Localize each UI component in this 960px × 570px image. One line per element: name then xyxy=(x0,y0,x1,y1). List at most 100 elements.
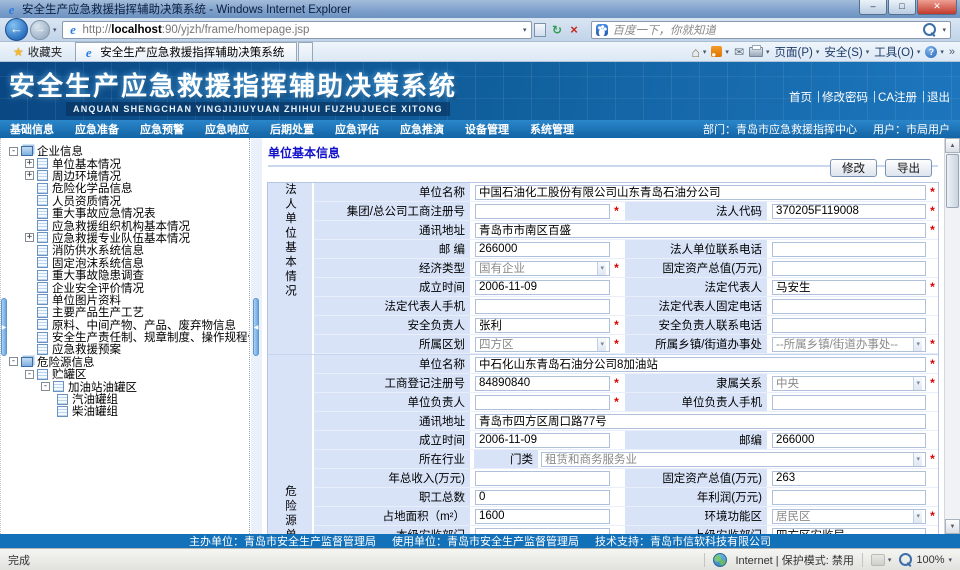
command-item-0[interactable]: 页面(P)▾ xyxy=(775,44,820,60)
close-button[interactable]: ✕ xyxy=(917,0,957,15)
field-label: 邮 编 xyxy=(314,240,472,258)
menu-item[interactable]: 应急预警 xyxy=(140,121,184,137)
tree-item[interactable]: 安全生产责任制、规章制度、操作规程信息 xyxy=(1,331,249,343)
compatibility-view-button[interactable] xyxy=(532,21,549,39)
new-tab-button[interactable] xyxy=(298,42,313,61)
menu-item[interactable]: 系统管理 xyxy=(530,121,574,137)
zoom-dropdown-icon[interactable]: ▾ xyxy=(948,556,952,564)
command-item-1[interactable]: 安全(S)▾ xyxy=(824,44,869,60)
feeds-button[interactable]: ▾ xyxy=(711,46,729,57)
form-input[interactable]: 青岛市四方区周口路77号 xyxy=(475,414,926,429)
form-select[interactable]: --所属乡镇/街道办事处--▾ xyxy=(772,337,926,352)
search-dropdown-icon[interactable]: ▾ xyxy=(942,26,946,34)
tree-item[interactable]: 企业安全评价情况 xyxy=(1,281,249,293)
form-select[interactable]: 中央▾ xyxy=(772,376,926,391)
scroll-down-icon[interactable]: ▼ xyxy=(945,519,960,534)
favorites-button[interactable]: ★ 收藏夹 xyxy=(4,44,71,60)
form-input[interactable] xyxy=(475,471,610,486)
tree-item[interactable]: -加油站油罐区 xyxy=(1,380,249,392)
tree-expander-icon[interactable]: + xyxy=(25,159,34,168)
command-item-2[interactable]: 工具(O)▾ xyxy=(874,44,920,60)
stop-button[interactable]: × xyxy=(566,21,583,39)
search-box[interactable]: 百度一下，你就知道 ▾ xyxy=(591,21,951,39)
smartscreen-button[interactable]: ▾ xyxy=(871,554,892,566)
menu-item[interactable]: 应急准备 xyxy=(75,121,119,137)
form-input[interactable] xyxy=(772,490,926,505)
header-link-0[interactable]: 首页 xyxy=(789,89,812,105)
browser-tab[interactable]: e 安全生产应急救援指挥辅助决策系统 xyxy=(75,42,297,61)
tree-expander-icon[interactable]: + xyxy=(25,171,34,180)
form-input[interactable]: 266000 xyxy=(475,242,610,257)
tree-expander-icon[interactable]: - xyxy=(41,382,50,391)
scroll-up-icon[interactable]: ▲ xyxy=(945,138,960,153)
form-input[interactable]: 1600 xyxy=(475,509,610,524)
menu-item[interactable]: 设备管理 xyxy=(465,121,509,137)
scrollbar-thumb[interactable] xyxy=(946,154,959,208)
home-button[interactable]: ⌂▾ xyxy=(691,46,706,58)
form-input[interactable] xyxy=(475,299,610,314)
print-button[interactable]: ▾ xyxy=(749,47,770,57)
form-input[interactable]: 84890840 xyxy=(475,376,610,391)
back-button[interactable]: ← xyxy=(5,18,28,41)
search-placeholder: 百度一下，你就知道 xyxy=(613,22,717,38)
address-dropdown-icon[interactable]: ▾ xyxy=(523,26,527,34)
tree-expander-icon[interactable]: + xyxy=(25,233,34,242)
form-select[interactable]: 四方区▾ xyxy=(475,337,610,352)
collapse-left-handle[interactable]: ▶ xyxy=(1,298,7,356)
menu-item[interactable]: 应急推演 xyxy=(400,121,444,137)
form-input[interactable]: 2006-11-09 xyxy=(475,433,610,448)
form-input[interactable]: 张利 xyxy=(475,318,610,333)
form-input[interactable] xyxy=(772,318,926,333)
form-input[interactable]: 370205F119008 xyxy=(772,204,926,219)
tree-expander-icon[interactable]: - xyxy=(9,147,18,156)
form-input[interactable] xyxy=(772,299,926,314)
modify-button[interactable]: 修改 xyxy=(830,159,877,177)
form-input[interactable]: 266000 xyxy=(772,433,926,448)
form-input[interactable] xyxy=(475,395,610,410)
header-link-2[interactable]: CA注册 xyxy=(878,89,917,105)
form-input[interactable]: 263 xyxy=(772,471,926,486)
zoom-control[interactable]: 100% ▾ xyxy=(899,553,952,566)
form-input[interactable]: 马安生 xyxy=(772,280,926,295)
form-input[interactable]: 中石化山东青岛石油分公司8加油站 xyxy=(475,357,926,372)
content-scrollbar[interactable]: ▲ ▼ xyxy=(944,138,960,534)
form-input[interactable] xyxy=(772,261,926,276)
form-input[interactable]: 青岛市市南区百盛 xyxy=(475,223,926,238)
form-select[interactable]: 居民区▾ xyxy=(772,509,926,524)
tree-item[interactable]: 柴油罐组 xyxy=(1,405,249,417)
form-select[interactable]: 国有企业▾ xyxy=(475,261,610,276)
tree-expander-icon[interactable]: - xyxy=(9,357,18,366)
tree-item[interactable]: 汽油罐组 xyxy=(1,393,249,405)
mail-icon[interactable]: ✉ xyxy=(734,45,744,59)
form-input[interactable] xyxy=(475,204,610,219)
minimize-button[interactable]: – xyxy=(859,0,887,15)
overflow-chevron-icon[interactable]: » xyxy=(949,46,955,58)
form-input[interactable]: 中国石油化工股份有限公司山东青岛石油分公司 xyxy=(475,185,926,200)
form-input[interactable] xyxy=(772,395,926,410)
address-bar[interactable]: e http://localhost:90/yjzh/frame/homepag… xyxy=(62,21,532,39)
tree-expander-icon[interactable]: - xyxy=(25,370,34,379)
help-button[interactable]: ?▾ xyxy=(925,46,944,58)
form-input[interactable]: 0 xyxy=(475,490,610,505)
form-input[interactable]: 2006-11-09 xyxy=(475,280,610,295)
menu-item[interactable]: 应急响应 xyxy=(205,121,249,137)
maximize-button[interactable]: □ xyxy=(888,0,916,15)
tree-item[interactable]: -危险源信息 xyxy=(1,356,249,368)
form-select[interactable]: 租赁和商务服务业▾ xyxy=(541,452,926,467)
menu-item[interactable]: 应急评估 xyxy=(335,121,379,137)
refresh-button[interactable]: ↻ xyxy=(549,21,566,39)
tree-item[interactable]: 危险化学品信息 xyxy=(1,182,249,194)
forward-button[interactable]: → xyxy=(30,20,50,40)
header-link-1[interactable]: 修改密码 xyxy=(822,89,868,105)
export-button[interactable]: 导出 xyxy=(885,159,932,177)
search-icon[interactable] xyxy=(923,23,936,36)
collapse-right-handle[interactable]: ◀ xyxy=(253,298,259,356)
history-dropdown-icon[interactable]: ▾ xyxy=(53,26,57,34)
form-input[interactable] xyxy=(772,242,926,257)
zoom-icon xyxy=(899,553,912,566)
menu-item[interactable]: 基础信息 xyxy=(10,121,54,137)
tree-item[interactable]: +单位基本情况 xyxy=(1,157,249,169)
header-link-3[interactable]: 退出 xyxy=(927,89,950,105)
tree-item[interactable]: -企业信息 xyxy=(1,145,249,157)
menu-item[interactable]: 后期处置 xyxy=(270,121,314,137)
